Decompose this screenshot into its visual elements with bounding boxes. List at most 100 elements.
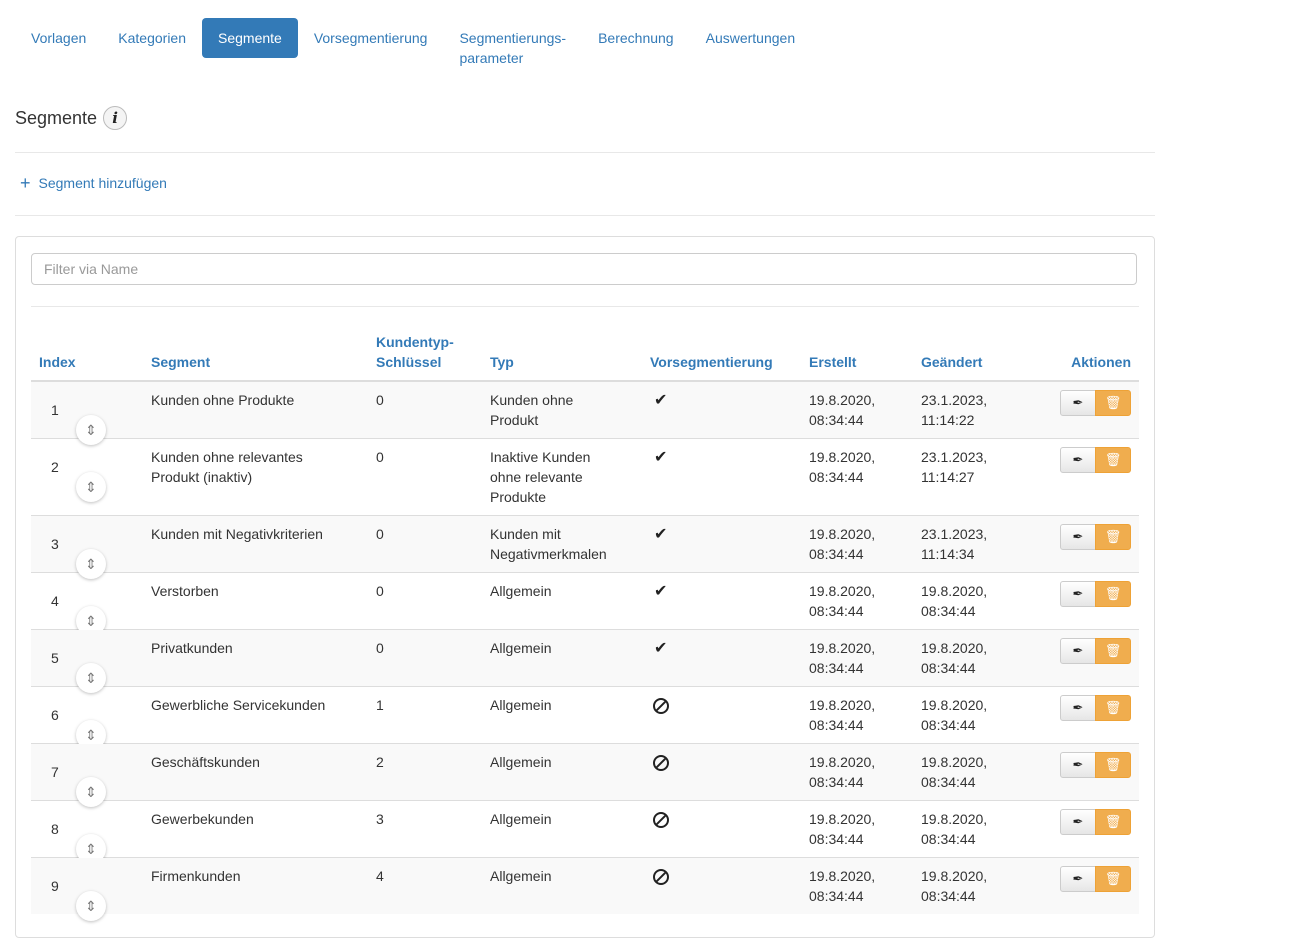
row-actions: ✒ 🗑: [1029, 686, 1139, 744]
row-kundentyp-schluessel: 0: [368, 629, 482, 687]
row-kundentyp-schluessel: 1: [368, 686, 482, 744]
row-typ: Allgemein: [482, 857, 642, 914]
checkmark-icon: ✔: [654, 583, 668, 600]
table-row: 5 ⇕ Privatkunden 0 Allgemein ✔ 19.8.2020…: [31, 629, 1139, 693]
row-kundentyp-schluessel: 4: [368, 857, 482, 914]
table-row: 3 ⇕ Kunden mit Negativkriterien 0 Kunden…: [31, 515, 1139, 579]
delete-button[interactable]: 🗑: [1095, 581, 1131, 607]
row-kundentyp-schluessel: 0: [368, 515, 482, 573]
edit-button[interactable]: ✒: [1060, 638, 1096, 664]
row-geaendert: 19.8.2020, 08:34:44: [913, 743, 1029, 801]
row-actions: ✒ 🗑: [1029, 800, 1139, 858]
edit-button[interactable]: ✒: [1060, 524, 1096, 550]
delete-button[interactable]: 🗑: [1095, 390, 1131, 416]
col-segment[interactable]: Segment: [143, 324, 368, 382]
row-typ: Allgemein: [482, 686, 642, 744]
edit-quill-icon: ✒: [1072, 700, 1084, 715]
row-kundentyp-schluessel: 0: [368, 380, 482, 439]
row-actions: ✒ 🗑: [1029, 515, 1139, 573]
col-geaendert[interactable]: Geändert: [913, 324, 1029, 382]
row-segment: Geschäftskunden: [143, 743, 368, 801]
row-vorsegmentierung: [642, 800, 801, 858]
trash-icon: 🗑: [1104, 871, 1122, 886]
delete-button[interactable]: 🗑: [1095, 866, 1131, 892]
tab-kategorien[interactable]: Kategorien: [102, 18, 202, 58]
row-vorsegmentierung: [642, 686, 801, 744]
table-row: 9 ⇕ Firmenkunden 4 Allgemein 19.8.2020, …: [31, 857, 1139, 921]
tab-auswertungen[interactable]: Auswertungen: [690, 18, 812, 58]
edit-quill-icon: ✒: [1072, 757, 1084, 772]
row-vorsegmentierung: ✔: [642, 515, 801, 573]
col-typ[interactable]: Typ: [482, 324, 642, 382]
table-row: 1 ⇕ Kunden ohne Produkte 0 Kunden ohne P…: [31, 380, 1139, 445]
trash-icon: 🗑: [1104, 700, 1122, 715]
edit-button[interactable]: ✒: [1060, 809, 1096, 835]
col-aktionen: Aktionen: [1029, 324, 1139, 382]
row-kundentyp-schluessel: 2: [368, 743, 482, 801]
table-header-row: Index Segment Kundentyp- Schlüssel Typ V…: [31, 324, 1139, 382]
row-actions: ✒ 🗑: [1029, 743, 1139, 801]
delete-button[interactable]: 🗑: [1095, 752, 1131, 778]
row-actions: ✒ 🗑: [1029, 857, 1139, 914]
info-icon[interactable]: i: [103, 106, 128, 130]
row-index-cell: 2 ⇕: [31, 438, 143, 516]
delete-button[interactable]: 🗑: [1095, 809, 1131, 835]
table-row: 2 ⇕ Kunden ohne relevantes Produkt (inak…: [31, 438, 1139, 516]
tab-vorlagen[interactable]: Vorlagen: [15, 18, 102, 58]
edit-quill-icon: ✒: [1072, 529, 1084, 544]
row-erstellt: 19.8.2020, 08:34:44: [801, 438, 913, 516]
row-typ: Allgemein: [482, 743, 642, 801]
delete-button[interactable]: 🗑: [1095, 638, 1131, 664]
row-index-cell: 8 ⇕: [31, 800, 143, 864]
delete-button[interactable]: 🗑: [1095, 447, 1131, 473]
delete-button[interactable]: 🗑: [1095, 524, 1131, 550]
edit-button[interactable]: ✒: [1060, 447, 1096, 473]
trash-icon: 🗑: [1104, 529, 1122, 544]
divider: [15, 152, 1155, 153]
drag-reorder-icon[interactable]: ⇕: [76, 472, 106, 502]
add-segment-label: Segment hinzufügen: [38, 175, 167, 191]
edit-button[interactable]: ✒: [1060, 390, 1096, 416]
edit-button[interactable]: ✒: [1060, 581, 1096, 607]
row-vorsegmentierung: [642, 857, 801, 914]
tab-segmente[interactable]: Segmente: [202, 18, 298, 58]
row-vorsegmentierung: [642, 743, 801, 801]
row-vorsegmentierung: ✔: [642, 629, 801, 687]
trash-icon: 🗑: [1104, 643, 1122, 658]
trash-icon: 🗑: [1104, 586, 1122, 601]
ban-icon: [653, 755, 669, 771]
drag-reorder-icon[interactable]: ⇕: [76, 891, 106, 921]
checkmark-icon: ✔: [654, 640, 668, 657]
col-kundentyp-schluessel[interactable]: Kundentyp- Schlüssel: [368, 324, 482, 382]
row-segment: Kunden mit Negativkriterien: [143, 515, 368, 573]
col-vorsegmentierung[interactable]: Vorsegmentierung: [642, 324, 801, 382]
row-vorsegmentierung: ✔: [642, 438, 801, 516]
tab-segmentierungsparameter[interactable]: Segmentierungs- parameter: [443, 18, 582, 78]
trash-icon: 🗑: [1104, 395, 1122, 410]
add-segment-button[interactable]: + Segment hinzufügen: [20, 174, 167, 192]
ban-icon: [653, 869, 669, 885]
col-erstellt[interactable]: Erstellt: [801, 324, 913, 382]
delete-button[interactable]: 🗑: [1095, 695, 1131, 721]
row-index-cell: 9 ⇕: [31, 857, 143, 921]
table-row: 8 ⇕ Gewerbekunden 3 Allgemein 19.8.2020,…: [31, 800, 1139, 864]
row-segment: Firmenkunden: [143, 857, 368, 914]
main-nav: Vorlagen Kategorien Segmente Vorsegmenti…: [15, 18, 811, 78]
row-segment: Kunden ohne relevantes Produkt (inaktiv): [143, 438, 368, 516]
row-index-cell: 7 ⇕: [31, 743, 143, 807]
row-geaendert: 19.8.2020, 08:34:44: [913, 686, 1029, 744]
tab-berechnung[interactable]: Berechnung: [582, 18, 690, 58]
row-erstellt: 19.8.2020, 08:34:44: [801, 380, 913, 439]
row-typ: Allgemein: [482, 629, 642, 687]
row-index-cell: 3 ⇕: [31, 515, 143, 579]
edit-button[interactable]: ✒: [1060, 866, 1096, 892]
row-vorsegmentierung: ✔: [642, 380, 801, 439]
tab-vorsegmentierung[interactable]: Vorsegmentierung: [298, 18, 444, 58]
filter-input[interactable]: [31, 253, 1137, 285]
col-index[interactable]: Index: [31, 324, 143, 382]
edit-button[interactable]: ✒: [1060, 695, 1096, 721]
edit-quill-icon: ✒: [1072, 814, 1084, 829]
edit-button[interactable]: ✒: [1060, 752, 1096, 778]
row-erstellt: 19.8.2020, 08:34:44: [801, 857, 913, 914]
row-kundentyp-schluessel: 3: [368, 800, 482, 858]
